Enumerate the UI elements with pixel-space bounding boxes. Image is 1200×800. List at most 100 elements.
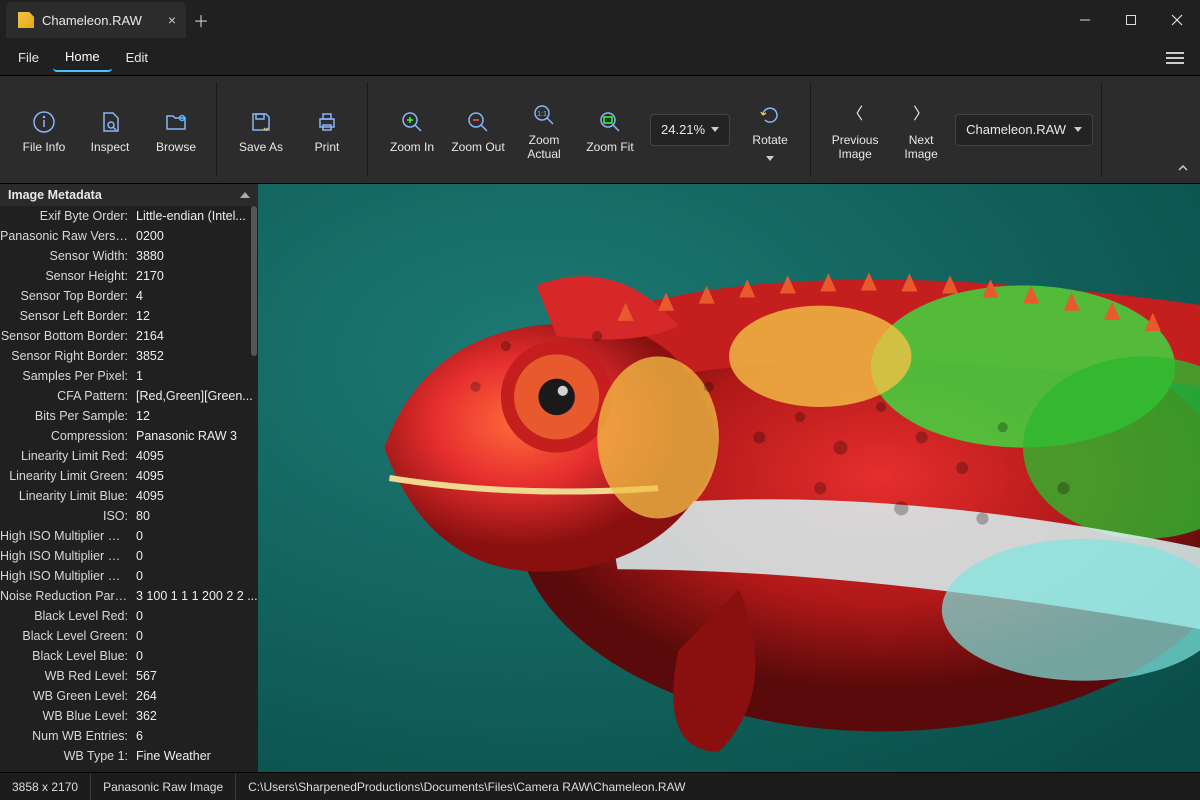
tab-close-icon[interactable]: × (168, 12, 176, 28)
ribbon-collapse-button[interactable] (1172, 157, 1194, 179)
document-icon (18, 12, 34, 28)
metadata-row: High ISO Multiplier Blue:0 (0, 566, 258, 586)
print-icon (314, 109, 340, 135)
save-as-button[interactable]: Save As (229, 101, 293, 159)
scrollbar-thumb[interactable] (251, 206, 257, 356)
metadata-value: 362 (132, 709, 258, 723)
metadata-value: 4095 (132, 449, 258, 463)
metadata-key: Exif Byte Order: (0, 209, 132, 223)
browse-button[interactable]: Browse (144, 101, 208, 159)
metadata-value: 6 (132, 729, 258, 743)
hamburger-menu-button[interactable] (1156, 46, 1194, 70)
metadata-value: 0 (132, 609, 258, 623)
metadata-key: Sensor Left Border: (0, 309, 132, 323)
info-icon (31, 109, 57, 135)
metadata-value: 4 (132, 289, 258, 303)
save-icon (248, 109, 274, 135)
image-viewer[interactable] (258, 184, 1200, 772)
print-button[interactable]: Print (295, 101, 359, 159)
metadata-row: Samples Per Pixel:1 (0, 366, 258, 386)
metadata-key: CFA Pattern: (0, 389, 132, 403)
zoom-fit-button[interactable]: Zoom Fit (578, 101, 642, 159)
tab-title: Chameleon.RAW (42, 13, 142, 28)
image-content (258, 184, 1200, 772)
menu-edit[interactable]: Edit (114, 44, 160, 71)
metadata-key: WB Type 1: (0, 749, 132, 763)
menu-home[interactable]: Home (53, 43, 112, 72)
menu-file[interactable]: File (6, 44, 51, 71)
svg-text:1:1: 1:1 (537, 111, 547, 118)
metadata-row: Panasonic Raw Version:0200 (0, 226, 258, 246)
file-selector-dropdown[interactable]: Chameleon.RAW (955, 114, 1093, 146)
collapse-triangle-icon (240, 192, 250, 198)
metadata-row: Linearity Limit Green:4095 (0, 466, 258, 486)
metadata-key: Bits Per Sample: (0, 409, 132, 423)
chevron-down-icon (766, 156, 774, 161)
chevron-right-icon: 〉 (908, 102, 934, 128)
metadata-list[interactable]: Exif Byte Order:Little-endian (Intel...P… (0, 206, 258, 772)
metadata-key: High ISO Multiplier Gr... (0, 549, 132, 563)
metadata-value: 0 (132, 569, 258, 583)
metadata-row: WB Red Level:567 (0, 666, 258, 686)
metadata-value: Little-endian (Intel... (132, 209, 258, 223)
metadata-key: Panasonic Raw Version: (0, 229, 132, 243)
titlebar: Chameleon.RAW × ＋ (0, 0, 1200, 40)
ribbon-group-save: Save As Print (221, 82, 368, 177)
zoom-level-select[interactable]: 24.21% (650, 114, 730, 146)
zoom-out-icon (465, 109, 491, 135)
metadata-key: Num WB Entries: (0, 729, 132, 743)
metadata-key: Sensor Right Border: (0, 349, 132, 363)
file-info-button[interactable]: File Info (12, 101, 76, 159)
document-tab[interactable]: Chameleon.RAW × (6, 2, 186, 38)
inspect-icon (97, 109, 123, 135)
metadata-row: Sensor Right Border:3852 (0, 346, 258, 366)
ribbon-group-zoom: Zoom In Zoom Out 1:1 Zoom Actual Zoom Fi… (372, 82, 811, 177)
metadata-key: Linearity Limit Red: (0, 449, 132, 463)
next-image-button[interactable]: 〉 Next Image (889, 94, 953, 166)
maximize-button[interactable] (1108, 0, 1154, 40)
metadata-row: Sensor Height:2170 (0, 266, 258, 286)
new-tab-button[interactable]: ＋ (186, 8, 216, 32)
metadata-key: High ISO Multiplier Red: (0, 529, 132, 543)
zoom-in-icon (399, 109, 425, 135)
metadata-value: 264 (132, 689, 258, 703)
metadata-row: Black Level Green:0 (0, 626, 258, 646)
metadata-key: Samples Per Pixel: (0, 369, 132, 383)
metadata-row: Sensor Width:3880 (0, 246, 258, 266)
status-path: C:\Users\SharpenedProductions\Documents\… (236, 773, 697, 800)
metadata-value: 567 (132, 669, 258, 683)
rotate-button[interactable]: Rotate (738, 94, 802, 165)
previous-image-button[interactable]: 〈 Previous Image (823, 94, 887, 166)
metadata-key: Noise Reduction Para... (0, 589, 132, 603)
metadata-row: Linearity Limit Blue:4095 (0, 486, 258, 506)
status-dimensions: 3858 x 2170 (0, 773, 91, 800)
rotate-icon (757, 102, 783, 128)
metadata-key: ISO: (0, 509, 132, 523)
ribbon-group-file: File Info Inspect Browse (4, 82, 217, 177)
metadata-value: Fine Weather (132, 749, 258, 763)
main-area: Image Metadata Exif Byte Order:Little-en… (0, 184, 1200, 772)
zoom-out-button[interactable]: Zoom Out (446, 101, 510, 159)
metadata-key: Compression: (0, 429, 132, 443)
window-close-button[interactable] (1154, 0, 1200, 40)
metadata-value: 12 (132, 409, 258, 423)
metadata-key: Black Level Green: (0, 629, 132, 643)
zoom-actual-button[interactable]: 1:1 Zoom Actual (512, 94, 576, 166)
minimize-button[interactable] (1062, 0, 1108, 40)
zoom-actual-icon: 1:1 (531, 102, 557, 128)
metadata-value: 0 (132, 629, 258, 643)
metadata-value: 0200 (132, 229, 258, 243)
window-controls (1062, 0, 1200, 40)
metadata-row: Exif Byte Order:Little-endian (Intel... (0, 206, 258, 226)
chevron-left-icon: 〈 (842, 102, 868, 128)
metadata-value: 3880 (132, 249, 258, 263)
metadata-value: 4095 (132, 489, 258, 503)
metadata-row: Num WB Entries:6 (0, 726, 258, 746)
metadata-row: Sensor Left Border:12 (0, 306, 258, 326)
metadata-row: High ISO Multiplier Gr...0 (0, 546, 258, 566)
metadata-key: Sensor Width: (0, 249, 132, 263)
zoom-in-button[interactable]: Zoom In (380, 101, 444, 159)
metadata-header[interactable]: Image Metadata (0, 184, 258, 206)
inspect-button[interactable]: Inspect (78, 101, 142, 159)
metadata-row: Black Level Blue:0 (0, 646, 258, 666)
